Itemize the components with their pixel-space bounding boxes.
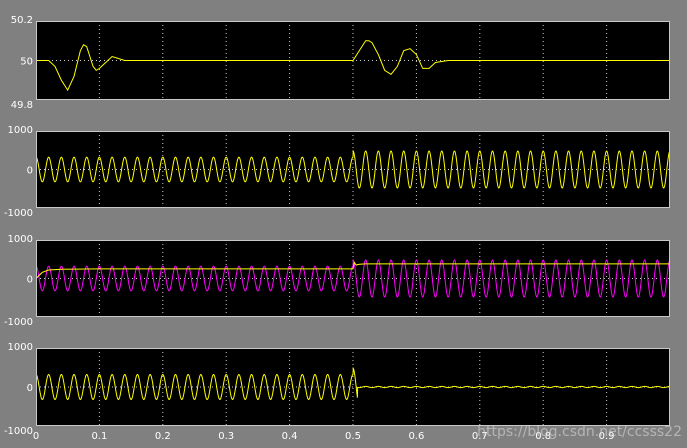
y-tick-label: -1000 [4,208,33,219]
y-tick-label: -1000 [4,317,33,328]
y-tick-label: 0 [27,275,33,286]
scope-panel-1: 49.8 50 50.2 [11,15,670,111]
y-tick-label: 0 [27,166,33,177]
scope-panel-2: -1000 0 1000 [4,125,670,219]
y-tick-label: 50.2 [11,15,33,26]
x-tick-label: 0.2 [155,431,171,442]
y-tick-label: 0 [27,383,33,394]
x-tick-label: 0.6 [408,431,424,442]
y-tick-label: 1000 [8,342,33,353]
scope-panel-3: -1000 0 1000 [4,234,670,328]
scope-figure: 49.85050.2-100001000-100001000-100001000… [0,0,687,448]
x-tick-label: 0.5 [345,431,361,442]
x-tick-label: 0 [33,431,39,442]
y-tick-label: 49.8 [11,100,33,111]
x-tick-label: 0.3 [218,431,234,442]
x-tick-label: 0.4 [282,431,298,442]
y-tick-label: 1000 [8,234,33,245]
y-tick-label: -1000 [4,426,33,437]
watermark-text: https://blog.csdn.net/ccsss22 [477,424,682,440]
y-tick-label: 50 [20,57,33,68]
y-tick-label: 1000 [8,125,33,136]
x-tick-label: 0.1 [91,431,107,442]
